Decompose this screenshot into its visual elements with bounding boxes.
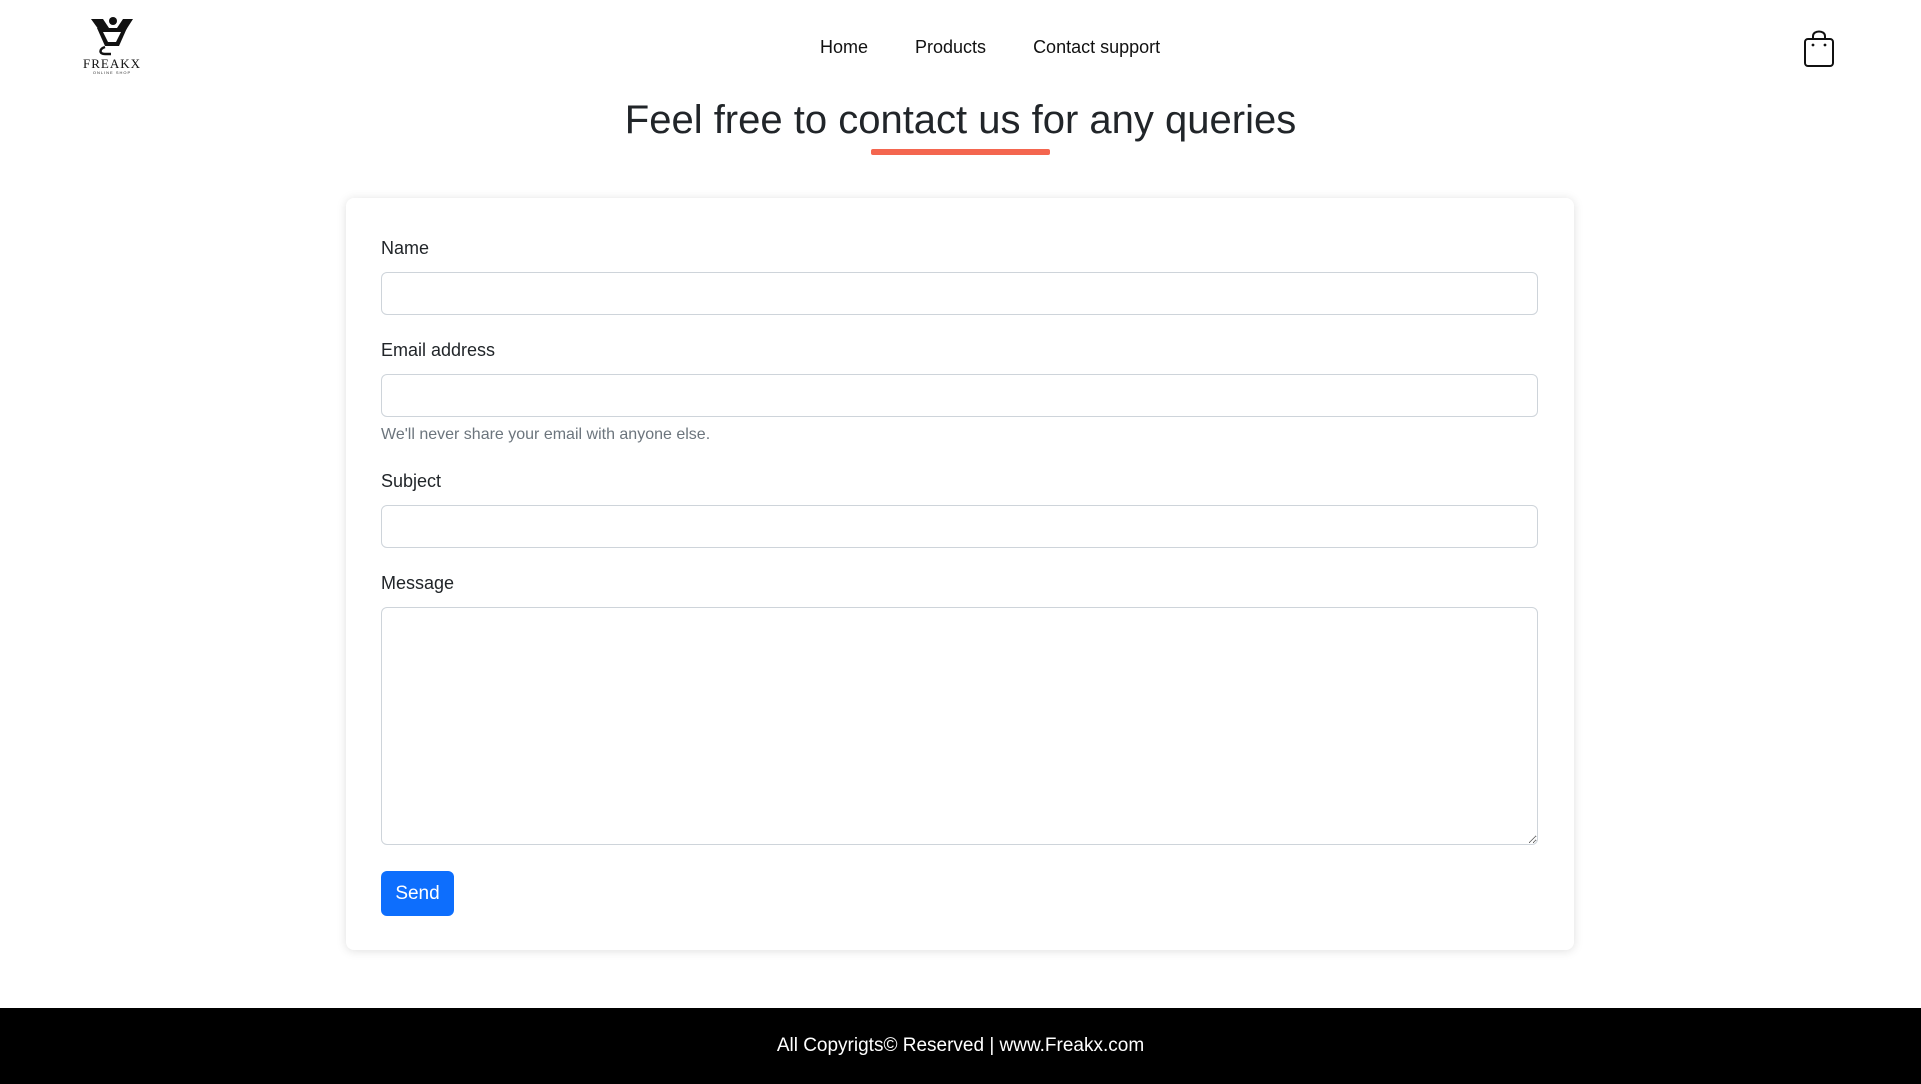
name-label: Name	[381, 238, 430, 258]
subject-label: Subject	[381, 471, 442, 491]
title-underline	[871, 149, 1050, 155]
subject-input[interactable]	[381, 505, 1538, 548]
email-input[interactable]	[381, 374, 1538, 417]
message-textarea[interactable]	[381, 607, 1538, 845]
nav-links: Home Products Contact support	[820, 36, 1160, 58]
page-title: Feel free to contact us for any queries	[624, 98, 1297, 142]
contact-form-card: Name Email address We'll never share you…	[346, 198, 1574, 950]
nav-home-link[interactable]: Home	[820, 36, 868, 58]
brand-tagline: ONLINE SHOP	[92, 70, 132, 75]
message-label: Message	[381, 573, 455, 593]
nav-contact-support-link[interactable]: Contact support	[1033, 36, 1160, 58]
brand-name: FREAKX	[82, 56, 141, 71]
footer: All Copyrigts© Reserved | www.Freakx.com	[0, 1008, 1921, 1084]
shopping-bag-icon	[1804, 30, 1834, 67]
email-help-text: We'll never share your email with anyone…	[381, 426, 711, 443]
contact-page: FREAKX ONLINE SHOP Home Products Contact…	[0, 0, 1921, 1084]
nav-products-link[interactable]: Products	[915, 36, 986, 58]
brand-logo[interactable]: FREAKX ONLINE SHOP	[80, 16, 144, 78]
shopping-logo-icon	[91, 17, 133, 56]
send-button[interactable]: Send	[381, 871, 454, 916]
name-input[interactable]	[381, 272, 1538, 315]
footer-copyright: All Copyrigts© Reserved | www.Freakx.com	[776, 1035, 1145, 1056]
cart-button[interactable]	[1802, 28, 1836, 68]
navbar: FREAKX ONLINE SHOP Home Products Contact…	[0, 0, 1921, 96]
email-label: Email address	[381, 340, 496, 360]
